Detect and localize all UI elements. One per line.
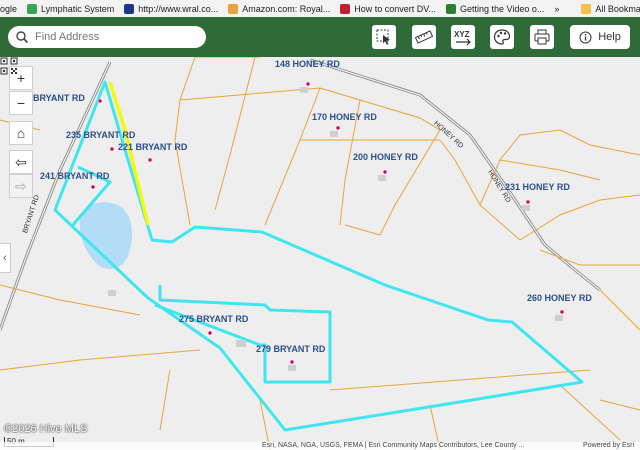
parcel-label: 275 BRYANT RD [179,314,249,324]
parcel-label: 148 HONEY RD [275,59,340,69]
parcel-label: 260 HONEY RD [527,293,592,303]
parcel-label: 221 BRYANT RD [118,142,188,152]
previous-extent-button[interactable]: ⇦ [9,150,33,174]
powered-by-esri[interactable]: Powered by Esri [583,442,634,449]
roads [0,58,601,331]
minus-icon: − [16,95,26,111]
parcel-label: 241 BRYANT RD [40,171,110,181]
help-label: Help [598,31,621,43]
search-input[interactable] [33,30,197,44]
search-icon [16,31,29,44]
bookmark-label: Lymphatic System [41,3,115,14]
mls-copyright: ©2026 Hive MLS [4,423,88,435]
folder-icon [581,3,592,14]
parcel-label: 170 HONEY RD [312,112,377,122]
map-view[interactable]: 148 HONEY RD BRYANT RD 235 BRYANT RD 221… [0,57,640,450]
leaf-icon [27,3,38,14]
bookmark-video[interactable]: Getting the Video o... [445,3,545,14]
parcel-label: 279 BRYANT RD [256,344,326,354]
attribution-text: Esri, NASA, NGA, USGS, FEMA | Esri Commu… [262,442,525,449]
arrow-right-icon: ⇨ [15,177,27,194]
chevron-left-icon: ‹ [3,252,7,264]
next-extent-button[interactable]: ⇨ [9,174,33,198]
parcel-label: 231 HONEY RD [505,182,570,192]
print-icon [534,29,550,45]
bookmark-wral[interactable]: http://www.wral.co... [124,3,219,14]
qr-icon[interactable] [0,57,18,75]
select-tool-button[interactable] [372,25,396,49]
wral-icon [124,3,135,14]
bookmarks-more[interactable]: » [554,4,559,14]
home-button[interactable]: ⌂ [9,121,33,145]
chevron-double-icon: » [554,3,560,14]
bookmark-label: Getting the Video o... [459,3,545,14]
palette-icon [493,29,511,45]
info-icon [579,31,592,43]
print-tool-button[interactable] [530,25,554,49]
zoom-out-button[interactable]: − [9,91,33,115]
plus-icon: + [16,70,26,86]
bookmark-lymphatic[interactable]: Lymphatic System [27,3,115,14]
bookmark-label: http://www.wral.co... [138,3,219,14]
measure-tool-button[interactable] [412,25,436,49]
style-tool-button[interactable] [490,25,514,49]
highlight-boundary [108,81,150,226]
bookmark-google[interactable]: ogle [0,4,17,14]
amazon-icon [228,3,239,14]
svg-text:XYZ: XYZ [454,30,470,39]
search-box [8,26,206,48]
collapse-panel-button[interactable]: ‹ [0,243,11,273]
bookmarks-bar: ogle Lymphatic System http://www.wral.co… [0,0,640,18]
toolbar: XYZ Help [0,17,640,57]
bookmark-label: How to convert DV... [354,3,436,14]
select-icon [376,29,390,45]
xyz-icon: XYZ [454,30,471,46]
bookmark-label: ogle [0,3,18,14]
red-logo-icon [340,3,351,14]
video-icon [445,3,456,14]
parcel-markers [90,81,565,371]
help-button[interactable]: Help [570,25,630,49]
parcel-label: 235 BRYANT RD [66,130,136,140]
bookmark-convert[interactable]: How to convert DV... [340,3,436,14]
home-icon: ⌂ [16,125,26,141]
xyz-tool-button[interactable]: XYZ [451,25,475,49]
arrow-left-icon: ⇦ [15,153,27,170]
all-bookmarks[interactable]: All Bookmarks [581,3,640,14]
parcel-label: BRYANT RD [33,93,85,103]
measure-icon [415,30,433,44]
parcel-label: 200 HONEY RD [353,152,418,162]
bookmark-label: Amazon.com: Royal... [242,3,331,14]
all-bookmarks-label: All Bookmarks [595,3,640,14]
bookmark-amazon[interactable]: Amazon.com: Royal... [228,3,331,14]
map-attribution: Esri, NASA, NGA, USGS, FEMA | Esri Commu… [0,442,640,450]
